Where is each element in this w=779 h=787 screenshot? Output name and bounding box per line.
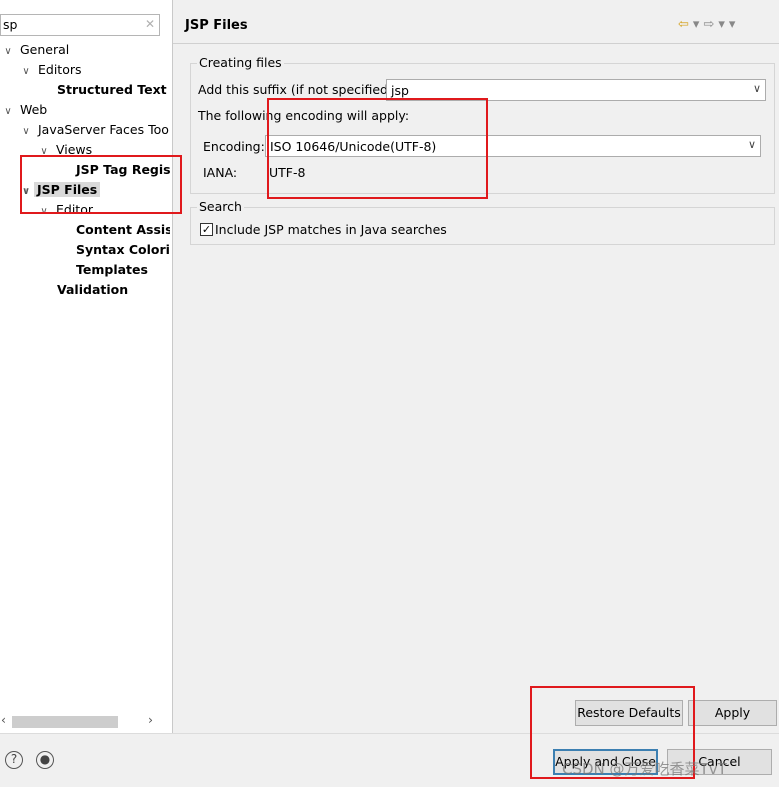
scroll-right-icon[interactable]: › xyxy=(148,712,153,727)
chevron-down-icon[interactable]: ∨ xyxy=(0,103,16,121)
chevron-down-icon[interactable]: ∨ xyxy=(0,43,16,61)
tree-node-label: Templates xyxy=(76,262,148,277)
tree-node-validation[interactable]: Validation xyxy=(57,281,128,299)
tree-node-label: Editors xyxy=(37,62,82,77)
watermark: CSDN @万爱吃香菜TvT xyxy=(562,760,727,778)
suffix-combo-value: jsp xyxy=(391,83,409,98)
chevron-down-icon[interactable]: ∨ xyxy=(36,203,52,221)
encoding-combo[interactable]: ISO 10646/Unicode(UTF-8) ∨ xyxy=(265,135,761,157)
tree-node-label-selected: JSP Files xyxy=(34,182,101,197)
history-nav: ⇦▾⇨▾▾ xyxy=(678,17,739,32)
chevron-down-icon[interactable]: ∨ xyxy=(18,183,34,201)
suffix-label: Add this suffix (if not specified): xyxy=(198,82,398,97)
tree-node-jsp-tag-registry[interactable]: JSP Tag Regis xyxy=(76,161,170,179)
search-legend: Search xyxy=(197,199,244,214)
preferences-tree: ∨ General ∨ Editors Structured Text E ∨ … xyxy=(0,40,170,710)
tree-node-editors[interactable]: ∨ Editors xyxy=(18,61,82,81)
tree-node-structured-text[interactable]: Structured Text E xyxy=(57,81,170,99)
title-divider xyxy=(173,43,779,44)
encoding-note: The following encoding will apply: xyxy=(198,108,410,123)
tree-node-label: General xyxy=(19,42,70,57)
chevron-down-icon[interactable]: ∨ xyxy=(36,143,52,161)
tree-node-jsf-tools[interactable]: ∨ JavaServer Faces Too xyxy=(18,121,169,139)
filter-input[interactable]: sp ✕ xyxy=(0,14,160,36)
tree-horizontal-scrollbar[interactable]: ‹ › xyxy=(0,712,170,730)
scroll-left-icon[interactable]: ‹ xyxy=(1,712,6,727)
tree-node-label: Web xyxy=(19,102,48,117)
tree-node-web[interactable]: ∨ Web xyxy=(0,101,47,119)
tree-node-views[interactable]: ∨ Views xyxy=(36,141,92,159)
chevron-down-icon[interactable]: ∨ xyxy=(753,82,761,95)
include-jsp-label: Include JSP matches in Java searches xyxy=(215,222,447,237)
tree-node-label: Content Assis xyxy=(76,222,170,237)
restore-defaults-button[interactable]: Restore Defaults xyxy=(575,700,683,726)
suffix-combo[interactable]: jsp ∨ xyxy=(386,79,766,101)
tree-node-label: Structured Text E xyxy=(57,82,170,97)
apply-button[interactable]: Apply xyxy=(688,700,777,726)
back-menu-chevron-icon[interactable]: ▾ xyxy=(693,17,704,32)
encoding-label: Encoding: xyxy=(203,139,265,154)
chevron-down-icon[interactable]: ∨ xyxy=(18,63,34,81)
creating-files-legend: Creating files xyxy=(197,55,284,70)
tree-node-label: Validation xyxy=(57,282,129,297)
chevron-down-icon[interactable]: ∨ xyxy=(748,138,756,151)
tree-node-jsp-files[interactable]: ∨ JSP Files xyxy=(18,181,101,201)
filter-input-value[interactable]: sp xyxy=(3,17,17,32)
tree-node-label: Views xyxy=(55,142,93,157)
page-title: JSP Files xyxy=(185,18,248,33)
tree-node-syntax-coloring[interactable]: Syntax Colori xyxy=(76,241,170,259)
forward-menu-chevron-icon[interactable]: ▾ xyxy=(718,17,729,32)
back-arrow-icon[interactable]: ⇦ xyxy=(678,17,693,32)
help-icon[interactable]: ? xyxy=(5,751,23,769)
view-menu-icon[interactable]: ▾ xyxy=(729,17,740,32)
preference-page: JSP Files ⇦▾⇨▾▾ Creating files Add this … xyxy=(173,0,779,733)
encoding-combo-value: ISO 10646/Unicode(UTF-8) xyxy=(270,139,437,154)
preferences-tree-pane: sp ✕ ∨ General ∨ Editors Structured Text… xyxy=(0,0,173,733)
tree-node-label: Syntax Colori xyxy=(76,242,170,257)
iana-value: UTF-8 xyxy=(269,165,306,180)
include-jsp-checkbox[interactable]: ✓ xyxy=(200,223,213,236)
tree-node-label: JavaServer Faces Too xyxy=(37,122,169,137)
tree-node-general[interactable]: ∨ General xyxy=(0,41,69,59)
tree-node-content-assist[interactable]: Content Assis xyxy=(76,221,170,239)
import-export-icon[interactable]: ● xyxy=(36,751,54,769)
tree-node-templates[interactable]: Templates xyxy=(76,261,148,279)
tree-node-editor[interactable]: ∨ Editor xyxy=(36,201,93,219)
tree-node-label: Editor xyxy=(55,202,93,217)
eraser-icon[interactable]: ✕ xyxy=(145,17,155,31)
iana-label: IANA: xyxy=(203,165,238,180)
tree-node-label: JSP Tag Regis xyxy=(76,162,170,177)
forward-arrow-icon[interactable]: ⇨ xyxy=(703,17,718,32)
scrollbar-thumb[interactable] xyxy=(12,716,118,728)
chevron-down-icon[interactable]: ∨ xyxy=(18,123,34,141)
